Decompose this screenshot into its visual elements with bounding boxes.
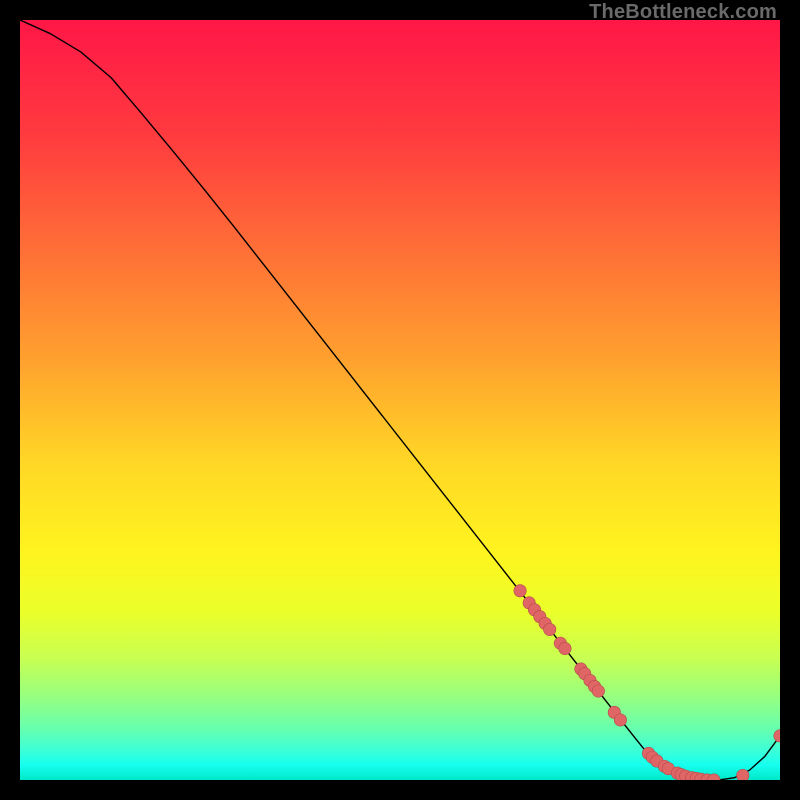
data-point (544, 623, 556, 635)
data-point (774, 730, 780, 742)
chart-svg (20, 20, 780, 780)
data-point (737, 769, 749, 780)
chart-root: TheBottleneck.com (0, 0, 800, 800)
data-point (514, 585, 526, 597)
curve-line (20, 20, 780, 780)
data-point (559, 642, 571, 654)
data-point (614, 714, 626, 726)
cluster-dots (514, 585, 780, 780)
data-point (592, 685, 604, 697)
plot-area (20, 20, 780, 780)
